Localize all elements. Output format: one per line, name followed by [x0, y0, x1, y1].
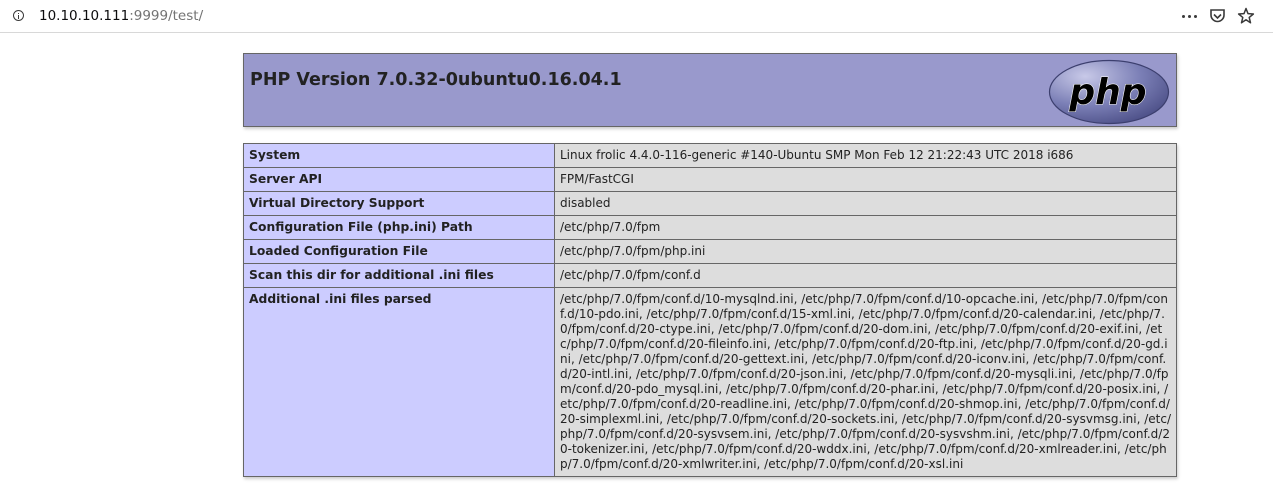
info-table: System Linux frolic 4.4.0-116-generic #14… [243, 143, 1177, 477]
table-row: Scan this dir for additional .ini files /… [243, 263, 1177, 288]
pocket-icon[interactable] [1209, 6, 1226, 26]
url-path: :9999/test/ [129, 8, 204, 24]
table-row: System Linux frolic 4.4.0-116-generic #14… [243, 143, 1177, 168]
row-label: Virtual Directory Support [243, 191, 555, 216]
table-row: Server API FPM/FastCGI [243, 167, 1177, 192]
info-icon[interactable] [13, 10, 24, 21]
row-label: Loaded Configuration File [243, 239, 555, 264]
phpinfo-header: PHP Version 7.0.32-0ubuntu0.16.04.1 php [243, 53, 1177, 127]
row-label: System [243, 143, 555, 168]
url-field[interactable]: 10.10.10.111:9999/test/ [39, 8, 203, 24]
logo-text: php [1068, 72, 1146, 113]
table-row: Additional .ini files parsed/etc/php/7.0… [243, 287, 1177, 477]
php-logo[interactable]: php [1048, 59, 1170, 125]
row-value: /etc/php/7.0/fpm/conf.d [554, 263, 1177, 288]
row-value: Linux frolic 4.4.0-116-generic #140-Ubun… [554, 143, 1177, 168]
table-row: Configuration File (php.ini) Path/etc/ph… [243, 215, 1177, 240]
url-host: 10.10.10.111 [39, 8, 130, 24]
row-value: /etc/php/7.0/fpm/php.ini [554, 239, 1177, 264]
row-value: /etc/php/7.0/fpm [554, 215, 1177, 240]
page-title: PHP Version 7.0.32-0ubuntu0.16.04.1 [250, 70, 622, 90]
row-value: FPM/FastCGI [554, 167, 1177, 192]
row-label: Additional .ini files parsed [243, 287, 555, 477]
row-label: Server API [243, 167, 555, 192]
table-row: Loaded Configuration File/etc/php/7.0/fp… [243, 239, 1177, 264]
row-label: Scan this dir for additional .ini files [243, 263, 555, 288]
table-row: Virtual Directory Support disabled [243, 191, 1177, 216]
row-value: /etc/php/7.0/fpm/conf.d/10-mysqlnd.ini, … [554, 287, 1177, 477]
browser-toolbar: 10.10.10.111:9999/test/ [0, 0, 1273, 33]
star-icon[interactable] [1237, 6, 1255, 26]
more-icon[interactable] [1181, 6, 1199, 26]
row-value: disabled [554, 191, 1177, 216]
row-label: Configuration File (php.ini) Path [243, 215, 555, 240]
